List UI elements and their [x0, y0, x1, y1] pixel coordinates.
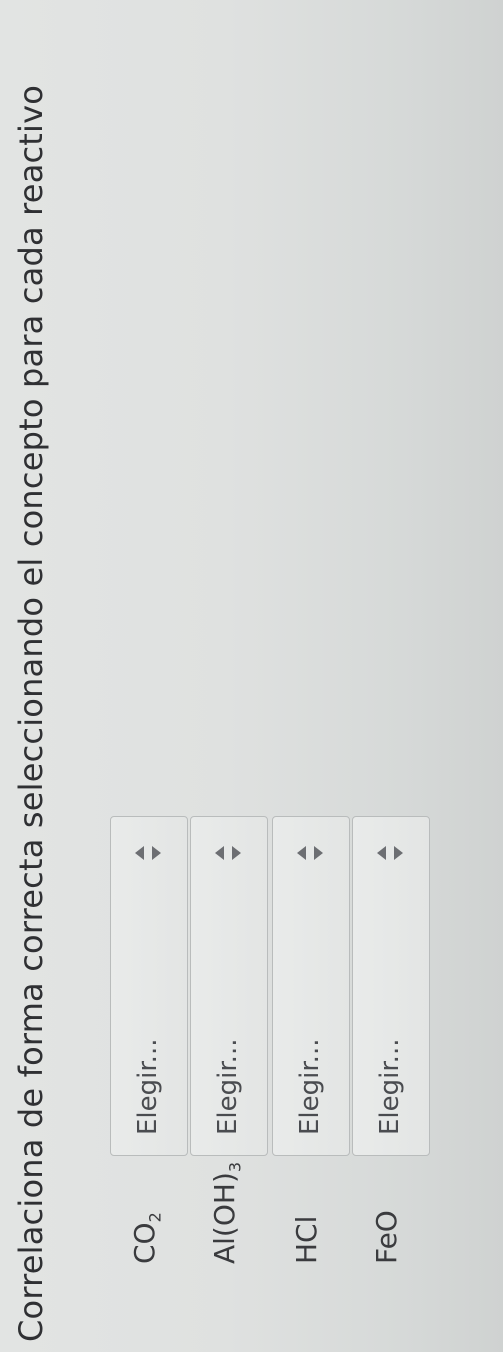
match-row-hcl: HCl Elegir... — [272, 0, 352, 1352]
up-down-caret-icon — [377, 846, 403, 860]
match-row-aloh3: Al(OH)3 Elegir... — [190, 0, 270, 1352]
formula-subscript: 2 — [145, 1212, 165, 1223]
match-row-co2: CO2 Elegir... — [110, 0, 190, 1352]
up-down-caret-icon — [297, 846, 323, 860]
reactant-label: HCl — [290, 1216, 323, 1264]
reactant-label: CO2 — [128, 1212, 165, 1264]
formula-text: CO — [128, 1222, 161, 1264]
up-down-caret-icon — [215, 846, 241, 860]
up-down-caret-icon — [135, 846, 161, 860]
select-value: Elegir... — [133, 1038, 163, 1135]
formula-text: FeO — [370, 1210, 403, 1264]
formula-text: Al(OH) — [208, 1172, 241, 1264]
concept-select[interactable]: Elegir... — [272, 816, 350, 1156]
formula-subscript: 3 — [225, 1161, 245, 1173]
concept-select[interactable]: Elegir... — [110, 816, 188, 1156]
question-page: Correlaciona de forma correcta seleccion… — [0, 0, 503, 1352]
match-row-feo: FeO Elegir... — [352, 0, 432, 1352]
select-value: Elegir... — [295, 1038, 325, 1135]
reactant-label: FeO — [370, 1210, 403, 1264]
select-value: Elegir... — [213, 1038, 243, 1135]
concept-select[interactable]: Elegir... — [352, 816, 430, 1156]
select-value: Elegir... — [375, 1038, 405, 1135]
question-instruction: Correlaciona de forma correcta seleccion… — [12, 84, 50, 1342]
reactant-label: Al(OH)3 — [208, 1162, 245, 1264]
concept-select[interactable]: Elegir... — [190, 816, 268, 1156]
formula-text: HCl — [290, 1215, 323, 1264]
